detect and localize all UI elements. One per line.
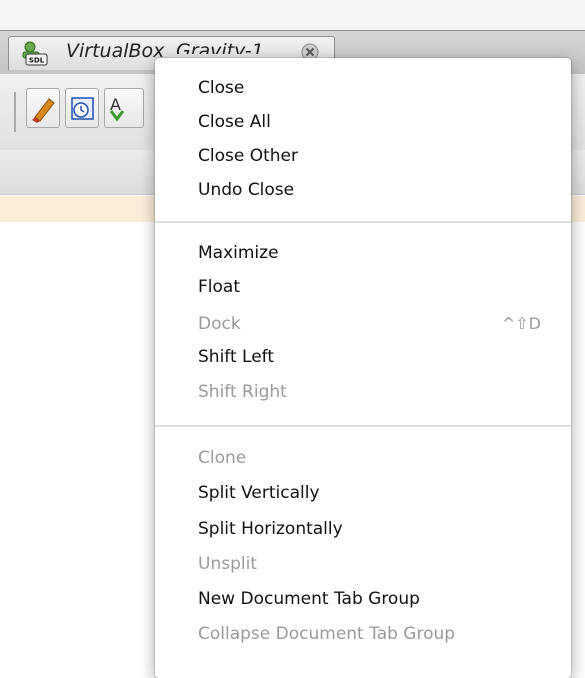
- menu-item-label: Split Vertically: [198, 483, 320, 503]
- menu-item-close-all[interactable]: Close All: [155, 106, 571, 140]
- menu-item-label: Maximize: [198, 243, 279, 263]
- window-top-strip: [0, 0, 585, 30]
- green-arrow-icon: [109, 110, 125, 122]
- menu-item-maximize[interactable]: Maximize: [155, 237, 571, 271]
- menu-item-new-document-tab-group[interactable]: New Document Tab Group: [155, 583, 571, 617]
- menu-item-undo-close[interactable]: Undo Close: [155, 174, 571, 208]
- menu-item-float[interactable]: Float: [155, 271, 571, 305]
- menu-item-label: Unsplit: [198, 554, 257, 574]
- menu-item-label: Float: [198, 277, 240, 297]
- menu-item-label: Clone: [198, 448, 247, 468]
- clock-window-icon: [71, 97, 94, 120]
- menu-item-label: Shift Right: [198, 382, 287, 402]
- menu-item-label: Dock: [198, 314, 241, 334]
- eraser-button[interactable]: [26, 88, 60, 128]
- menu-separator: [155, 425, 571, 427]
- menu-item-collapse-document-tab-group[interactable]: Collapse Document Tab Group: [155, 618, 571, 652]
- toolbar-button-partial[interactable]: A: [104, 88, 144, 128]
- menu-item-split-vertically[interactable]: Split Vertically: [155, 477, 571, 511]
- eraser-icon: [32, 98, 55, 123]
- menu-item-clone[interactable]: Clone: [155, 442, 571, 476]
- menu-item-label: Collapse Document Tab Group: [198, 624, 456, 644]
- menu-item-close[interactable]: Close: [155, 72, 571, 106]
- menu-item-shortcut: ^⇧D: [501, 314, 541, 333]
- menu-item-label: Close All: [198, 112, 271, 132]
- menu-item-label: Shift Left: [198, 347, 275, 367]
- menu-item-label: Close Other: [198, 146, 298, 166]
- menu-item-label: Undo Close: [198, 180, 295, 200]
- history-button[interactable]: [65, 88, 99, 128]
- menu-item-unsplit[interactable]: Unsplit: [155, 548, 571, 582]
- menu-item-shift-right[interactable]: Shift Right: [155, 376, 571, 410]
- menu-item-split-horizontally[interactable]: Split Horizontally: [155, 513, 571, 547]
- tab-title-partial: Gravity-1: [176, 40, 264, 54]
- svg-text:SDL: SDL: [29, 57, 45, 65]
- menu-item-label: Split Horizontally: [198, 519, 343, 539]
- sdl-project-icon: SDL: [20, 40, 48, 66]
- toolbar-separator: [14, 92, 16, 132]
- menu-item-dock[interactable]: Dock ^⇧D: [155, 308, 571, 342]
- menu-separator: [155, 221, 571, 223]
- tab-context-menu: Close Close All Close Other Undo Close M…: [155, 58, 571, 678]
- menu-item-label: Close: [198, 78, 245, 98]
- menu-item-close-other[interactable]: Close Other: [155, 140, 571, 174]
- menu-item-label: New Document Tab Group: [198, 589, 420, 609]
- menu-item-shift-left[interactable]: Shift Left: [155, 341, 571, 375]
